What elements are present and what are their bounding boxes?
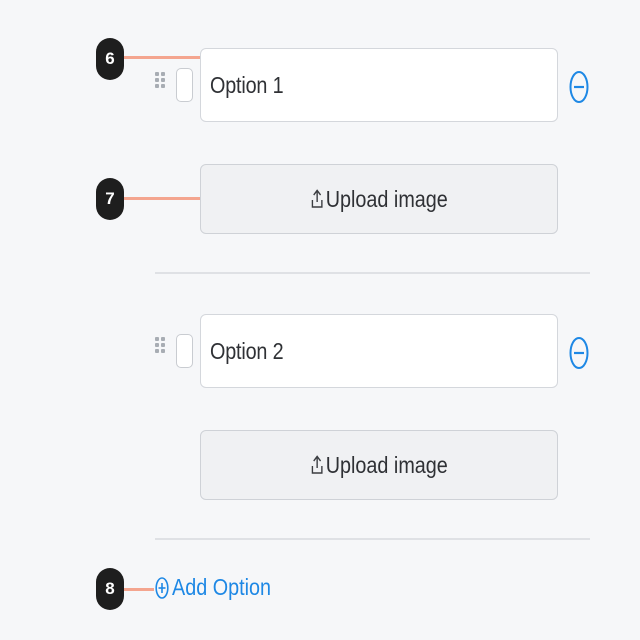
option-2-input[interactable]: Option 2 (200, 314, 558, 388)
option-1-value: Option 1 (210, 71, 284, 98)
upload-image-label-1: Upload image (325, 185, 448, 212)
add-option-button[interactable]: Add Option (155, 574, 287, 601)
upload-image-button-2[interactable]: Upload image (200, 430, 558, 500)
add-option-label: Add Option (172, 574, 271, 600)
upload-icon (311, 189, 323, 208)
option-1-input[interactable]: Option 1 (200, 48, 558, 122)
plus-circle-icon (155, 576, 169, 599)
option-2-value: Option 2 (210, 337, 284, 364)
callout-leader-7 (124, 197, 200, 200)
option-2-checkbox[interactable] (176, 334, 193, 368)
callout-marker-8: 8 (96, 568, 124, 610)
callout-marker-7: 7 (96, 178, 124, 220)
minus-circle-icon[interactable] (569, 70, 589, 104)
upload-image-button-1[interactable]: Upload image (200, 164, 558, 234)
option-divider-2 (155, 538, 590, 540)
callout-marker-6: 6 (96, 38, 124, 80)
upload-icon (311, 455, 323, 474)
option-divider-1 (155, 272, 590, 274)
drag-handle-icon[interactable] (155, 72, 165, 94)
minus-circle-icon[interactable] (569, 336, 589, 370)
callout-leader-8 (124, 588, 154, 591)
upload-image-label-2: Upload image (325, 451, 448, 478)
drag-handle-icon[interactable] (155, 337, 165, 359)
option-1-checkbox[interactable] (176, 68, 193, 102)
callout-leader-6 (124, 56, 202, 59)
option-editor-panel: 6 Option 1 7 Upload image Option 2 Uploa… (0, 0, 640, 640)
